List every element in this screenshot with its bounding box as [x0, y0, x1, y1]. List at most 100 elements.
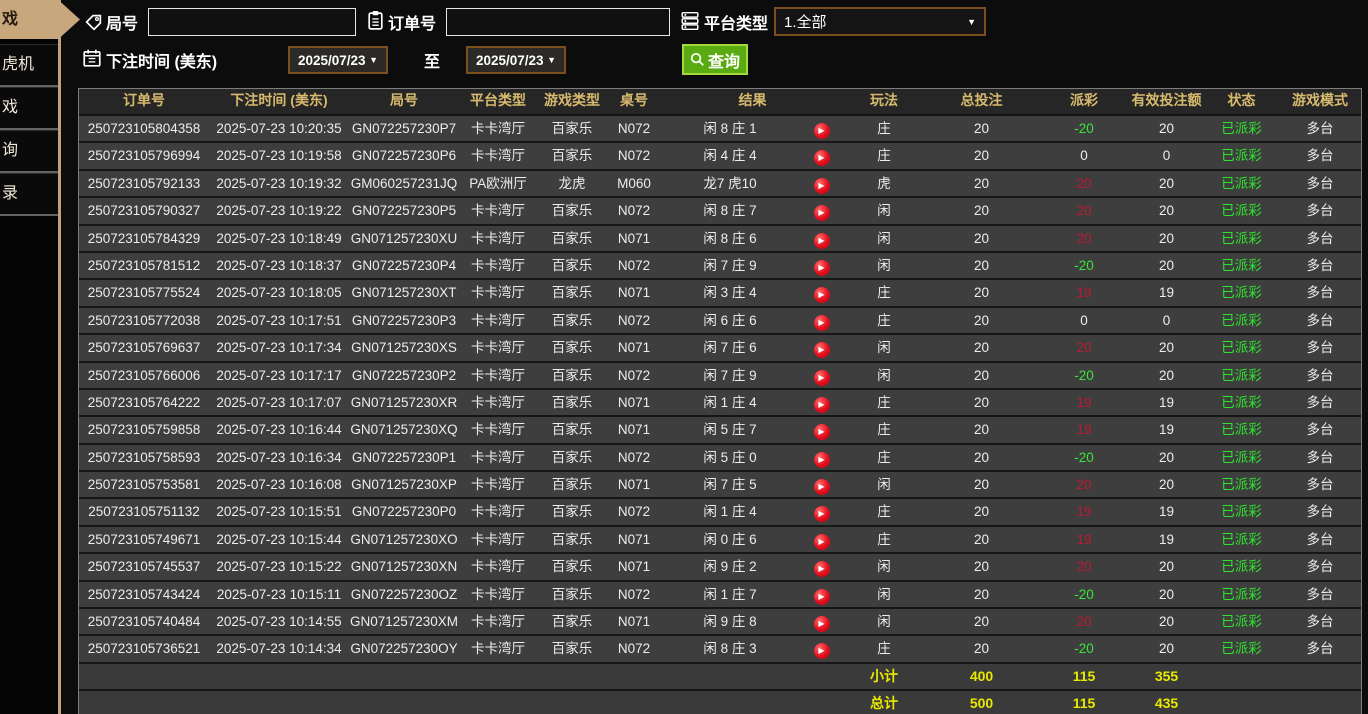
- replay-icon[interactable]: ▶: [814, 123, 830, 139]
- cell-replay: ▶: [799, 609, 844, 634]
- cell-valid-bet: 20: [1129, 445, 1204, 470]
- cell-result: 闲 7 庄 9: [661, 253, 799, 278]
- cell-play-type: 闲: [844, 198, 924, 223]
- table-row: 2507231057455372025-07-23 10:15:22GN0712…: [79, 554, 1361, 581]
- cell-result: 闲 1 庄 4: [661, 390, 799, 415]
- cell-table: N071: [607, 472, 661, 497]
- cell-platform: 卡卡湾厅: [459, 198, 537, 223]
- replay-icon[interactable]: ▶: [814, 370, 830, 386]
- replay-icon[interactable]: ▶: [814, 233, 830, 249]
- cell-game-mode: 多台: [1279, 116, 1361, 141]
- order-input[interactable]: [446, 8, 670, 36]
- cell-valid-bet: 0: [1129, 308, 1204, 333]
- cell-valid-bet: 20: [1129, 582, 1204, 607]
- replay-icon[interactable]: ▶: [814, 452, 830, 468]
- cell-total-bet: 20: [924, 554, 1039, 579]
- cell-result: 闲 1 庄 4: [661, 499, 799, 524]
- platform-select[interactable]: 1.全部 ▼: [774, 7, 986, 36]
- replay-icon[interactable]: ▶: [814, 287, 830, 303]
- cell-valid-bet: 20: [1129, 472, 1204, 497]
- cell-total-bet: 20: [924, 417, 1039, 442]
- cell-payout: 0: [1039, 308, 1129, 333]
- cell-replay: ▶: [799, 280, 844, 305]
- cell-order: 250723105784329: [79, 226, 209, 251]
- cell-platform: 卡卡湾厅: [459, 445, 537, 470]
- replay-icon[interactable]: ▶: [814, 260, 830, 276]
- sidebar-item-active[interactable]: 戏: [0, 0, 80, 39]
- cell-replay: ▶: [799, 445, 844, 470]
- cell-total-bet: 20: [924, 582, 1039, 607]
- cell-order: 250723105736521: [79, 636, 209, 661]
- chevron-down-icon: ▼: [547, 55, 556, 65]
- table-row: 2507231057755242025-07-23 10:18:05GN0712…: [79, 280, 1361, 307]
- cell-game-mode: 多台: [1279, 335, 1361, 360]
- cell-order: 250723105745537: [79, 554, 209, 579]
- cell-valid-bet: 19: [1129, 527, 1204, 552]
- sidebar-item[interactable]: 虎机: [0, 44, 58, 87]
- header-result: 结果: [661, 89, 844, 114]
- replay-icon[interactable]: ▶: [814, 397, 830, 413]
- cell-payout: 20: [1039, 198, 1129, 223]
- cell-status: 已派彩: [1204, 253, 1279, 278]
- cell-replay: ▶: [799, 335, 844, 360]
- cell-bet-time: 2025-07-23 10:17:07: [209, 390, 349, 415]
- cell-replay: ▶: [799, 582, 844, 607]
- cell-payout: 20: [1039, 609, 1129, 634]
- subtotal-row: 小计 400 115 355: [79, 664, 1361, 691]
- replay-icon[interactable]: ▶: [814, 178, 830, 194]
- cell-replay: ▶: [799, 417, 844, 442]
- cell-game-mode: 多台: [1279, 280, 1361, 305]
- cell-table: N071: [607, 226, 661, 251]
- replay-icon[interactable]: ▶: [814, 561, 830, 577]
- date-from-picker[interactable]: 2025/07/23 ▼: [288, 46, 388, 74]
- cell-bet-time: 2025-07-23 10:20:35: [209, 116, 349, 141]
- replay-icon[interactable]: ▶: [814, 479, 830, 495]
- cell-bet-time: 2025-07-23 10:17:51: [209, 308, 349, 333]
- sidebar-item[interactable]: 戏: [0, 87, 58, 130]
- cell-game-type: 百家乐: [537, 472, 607, 497]
- cell-platform: 卡卡湾厅: [459, 499, 537, 524]
- cell-table: N072: [607, 198, 661, 223]
- sidebar-item[interactable]: 录: [0, 173, 58, 216]
- sidebar-item[interactable]: 询: [0, 130, 58, 173]
- cell-payout: 19: [1039, 499, 1129, 524]
- round-input[interactable]: [148, 8, 356, 36]
- cell-table: N071: [607, 280, 661, 305]
- cell-order: 250723105804358: [79, 116, 209, 141]
- replay-icon[interactable]: ▶: [814, 150, 830, 166]
- cell-order: 250723105775524: [79, 280, 209, 305]
- replay-icon[interactable]: ▶: [814, 506, 830, 522]
- cell-result: 闲 8 庄 3: [661, 636, 799, 661]
- cell-replay: ▶: [799, 253, 844, 278]
- cell-status: 已派彩: [1204, 582, 1279, 607]
- cell-bet-time: 2025-07-23 10:19:32: [209, 171, 349, 196]
- header-bet-time: 下注时间 (美东): [209, 89, 349, 114]
- cell-total-bet: 20: [924, 527, 1039, 552]
- cell-game-type: 百家乐: [537, 417, 607, 442]
- cell-play-type: 庄: [844, 116, 924, 141]
- cell-play-type: 闲: [844, 582, 924, 607]
- total-row: 总计 500 115 435: [79, 691, 1361, 714]
- cell-round: GN071257230XR: [349, 390, 459, 415]
- cell-status: 已派彩: [1204, 363, 1279, 388]
- cell-round: GN071257230XS: [349, 335, 459, 360]
- cell-platform: 卡卡湾厅: [459, 417, 537, 442]
- replay-icon[interactable]: ▶: [814, 589, 830, 605]
- table-row: 2507231057660062025-07-23 10:17:17GN0722…: [79, 363, 1361, 390]
- replay-icon[interactable]: ▶: [814, 643, 830, 659]
- cell-round: GM060257231JQ: [349, 171, 459, 196]
- replay-icon[interactable]: ▶: [814, 534, 830, 550]
- replay-icon[interactable]: ▶: [814, 205, 830, 221]
- date-to-picker[interactable]: 2025/07/23 ▼: [466, 46, 566, 74]
- search-button[interactable]: 查询: [682, 44, 748, 75]
- cell-payout: 20: [1039, 171, 1129, 196]
- replay-icon[interactable]: ▶: [814, 616, 830, 632]
- replay-icon[interactable]: ▶: [814, 342, 830, 358]
- total-valid-bet: 435: [1129, 691, 1204, 714]
- replay-icon[interactable]: ▶: [814, 315, 830, 331]
- round-label: 局号: [106, 10, 138, 34]
- cell-total-bet: 20: [924, 171, 1039, 196]
- table-row: 2507231057535812025-07-23 10:16:08GN0712…: [79, 472, 1361, 499]
- replay-icon[interactable]: ▶: [814, 424, 830, 440]
- cell-game-type: 百家乐: [537, 609, 607, 634]
